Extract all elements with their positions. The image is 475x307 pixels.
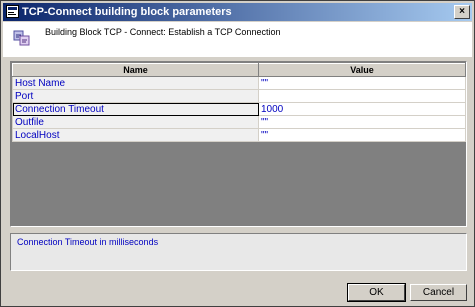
cancel-button[interactable]: Cancel [410,284,467,301]
window-title: TCP-Connect building block parameters [22,6,232,18]
table-row[interactable]: Connection Timeout 1000 [12,102,466,116]
param-name-port[interactable]: Port [12,89,259,103]
parameter-grid: Name Value Host Name "" Port Connection … [10,61,467,227]
parameter-description-panel: Connection Timeout in milliseconds [10,233,467,271]
table-row[interactable]: Outfile "" [12,115,466,129]
table-row[interactable]: LocalHost "" [12,128,466,142]
table-header-row: Name Value [12,63,466,77]
param-value-port[interactable] [258,89,466,103]
param-name-host-name[interactable]: Host Name [12,76,259,90]
param-name-outfile[interactable]: Outfile [12,115,259,129]
title-bar[interactable]: TCP-Connect building block parameters × [3,3,472,21]
param-value-connection-timeout[interactable]: 1000 [258,102,466,116]
param-value-outfile[interactable]: "" [258,115,466,129]
param-name-localhost[interactable]: LocalHost [12,128,259,142]
building-block-description: Building Block TCP - Connect: Establish … [45,27,281,37]
parameter-description-text: Connection Timeout in milliseconds [17,237,159,247]
building-block-icon [13,30,30,46]
close-icon: × [459,6,465,17]
building-block-header: Building Block TCP - Connect: Establish … [3,22,472,57]
parameter-table: Name Value Host Name "" Port Connection … [12,63,466,142]
table-row[interactable]: Port [12,89,466,103]
param-value-localhost[interactable]: "" [258,128,466,142]
param-name-connection-timeout[interactable]: Connection Timeout [12,102,259,116]
close-button[interactable]: × [454,5,470,19]
dialog-window: TCP-Connect building block parameters × … [0,0,475,307]
ok-button[interactable]: OK [347,283,406,302]
table-row[interactable]: Host Name "" [12,76,466,90]
app-icon [6,5,19,18]
column-header-name[interactable]: Name [12,63,259,77]
param-value-host-name[interactable]: "" [258,76,466,90]
column-header-value[interactable]: Value [258,63,466,77]
